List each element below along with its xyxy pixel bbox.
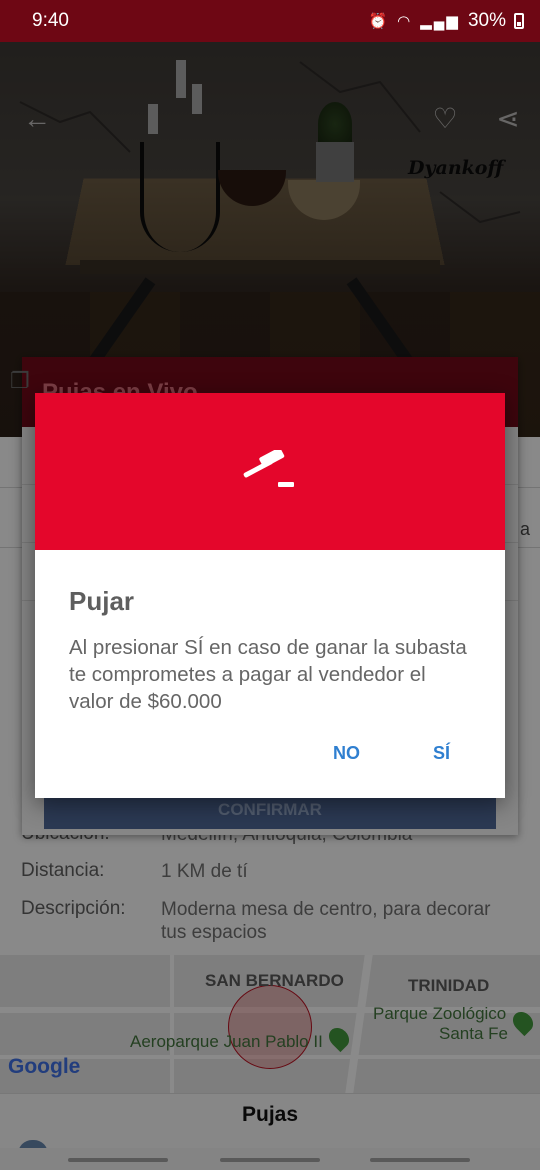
status-time: 9:40 [32,10,69,31]
status-bar: 9:40 ⏰ ◠ ▂▄▆ 30% [0,0,540,42]
status-indicators: ⏰ ◠ ▂▄▆ 30% [368,10,524,32]
battery-icon [514,13,524,29]
bid-confirm-dialog: Pujar Al presionar SÍ en caso de ganar l… [35,393,505,798]
gavel-icon [243,449,294,487]
battery-percent: 30% [467,10,506,31]
no-button[interactable]: NO [333,743,360,764]
wifi-icon: ◠ [397,13,413,30]
dialog-title: Pujar [69,586,135,616]
alarm-icon: ⏰ [368,13,390,30]
yes-button[interactable]: SÍ [433,743,450,764]
dialog-header [35,393,505,550]
dialog-message: Al presionar SÍ en caso de ganar la suba… [69,636,467,713]
signal-icon: ▂▄▆ [420,13,460,30]
